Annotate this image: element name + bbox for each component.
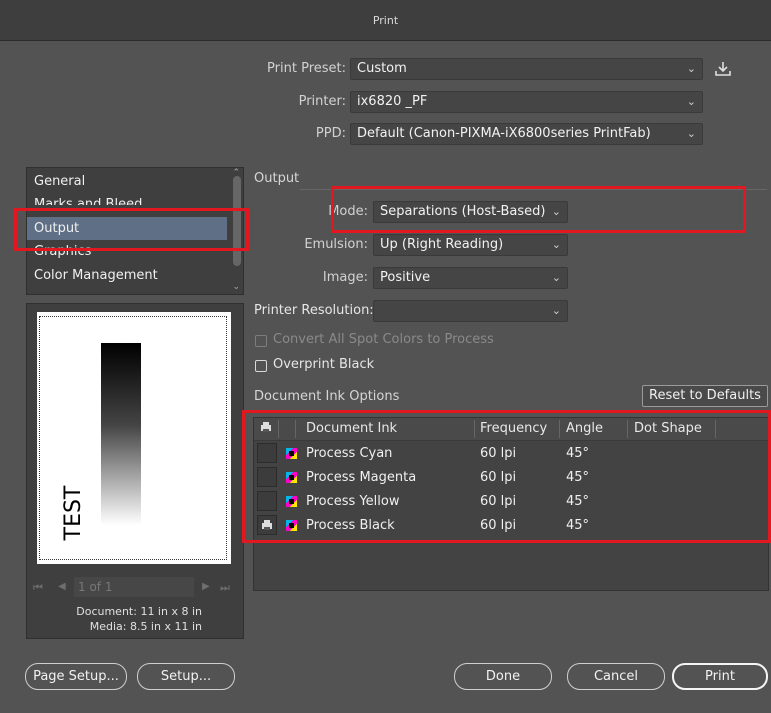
document-size: Document: 11 in x 8 in	[76, 605, 202, 618]
preview-paper: TEST	[37, 312, 231, 564]
ppd-value: Default (Canon-PIXMA-iX6800series PrintF…	[357, 126, 651, 141]
emulsion-label: Emulsion:	[304, 237, 368, 252]
sidebar-item-color-management[interactable]: Color Management	[27, 264, 227, 287]
ppd-label: PPD:	[315, 126, 346, 141]
done-button[interactable]: Done	[454, 663, 552, 690]
sidebar-item-label: General	[34, 174, 86, 189]
output-section-title: Output	[254, 171, 300, 186]
printer-resolution-dropdown[interactable]: ⌄	[373, 300, 568, 322]
chevron-down-icon: ⌄	[551, 238, 561, 251]
page-indicator[interactable]: 1 of 1	[74, 577, 194, 597]
chevron-down-icon: ⌄	[551, 271, 561, 284]
sidebar-item-marks-and-bleed[interactable]: Marks and Bleed	[27, 193, 227, 205]
highlight-box-mode	[331, 186, 746, 233]
printer-dropdown[interactable]: ix6820 _PF ⌄	[350, 91, 703, 113]
chevron-down-icon: ⌄	[686, 95, 696, 108]
convert-spot-label: Convert All Spot Colors to Process	[273, 332, 494, 347]
sidebar-item-label: Marks and Bleed	[34, 197, 143, 205]
setup-button[interactable]: Setup...	[137, 663, 235, 690]
scroll-down-icon[interactable]: ⌄	[232, 282, 240, 292]
image-label: Image:	[322, 270, 368, 285]
print-preset-dropdown[interactable]: Custom ⌄	[350, 58, 703, 80]
ppd-dropdown[interactable]: Default (Canon-PIXMA-iX6800series PrintF…	[350, 123, 703, 145]
chevron-down-icon: ⌄	[686, 62, 696, 75]
convert-spot-checkbox[interactable]	[255, 335, 267, 347]
media-size: Media: 8.5 in x 11 in	[89, 620, 202, 633]
first-page-icon[interactable]: ⏮	[33, 581, 43, 595]
emulsion-dropdown[interactable]: Up (Right Reading) ⌄	[373, 234, 568, 256]
printer-resolution-label: Printer Resolution:	[254, 303, 374, 318]
preview-text: TEST	[61, 485, 86, 541]
highlight-box-output	[14, 208, 249, 251]
print-button[interactable]: Print	[672, 663, 768, 690]
window-title: Print	[372, 14, 399, 27]
scroll-up-icon[interactable]: ⌃	[232, 168, 240, 178]
chevron-down-icon: ⌄	[551, 304, 561, 317]
save-preset-icon[interactable]	[713, 60, 733, 78]
print-preset-label: Print Preset:	[267, 61, 346, 76]
cancel-button[interactable]: Cancel	[567, 663, 665, 690]
printer-value: ix6820 _PF	[357, 94, 428, 109]
reset-to-defaults-button[interactable]: Reset to Defaults	[642, 385, 768, 407]
sidebar-item-label: Color Management	[34, 268, 158, 283]
chevron-down-icon: ⌄	[686, 127, 696, 140]
image-value: Positive	[380, 270, 431, 285]
printer-label: Printer:	[298, 94, 346, 109]
last-page-icon[interactable]: ⏭	[220, 581, 230, 595]
next-page-icon[interactable]: ▶	[202, 581, 210, 592]
gradient-swatch	[101, 343, 141, 525]
highlight-box-ink-table	[242, 410, 771, 543]
emulsion-value: Up (Right Reading)	[380, 237, 504, 252]
sidebar-item-general[interactable]: General	[27, 170, 227, 193]
image-dropdown[interactable]: Positive ⌄	[373, 267, 568, 289]
print-preset-value: Custom	[357, 61, 407, 76]
overprint-black-checkbox[interactable]	[255, 360, 267, 372]
prev-page-icon[interactable]: ◀	[58, 581, 66, 592]
title-bar: Print	[0, 0, 771, 41]
overprint-black-label: Overprint Black	[273, 357, 375, 372]
page-setup-button[interactable]: Page Setup...	[25, 663, 127, 690]
ink-options-title: Document Ink Options	[254, 389, 400, 404]
